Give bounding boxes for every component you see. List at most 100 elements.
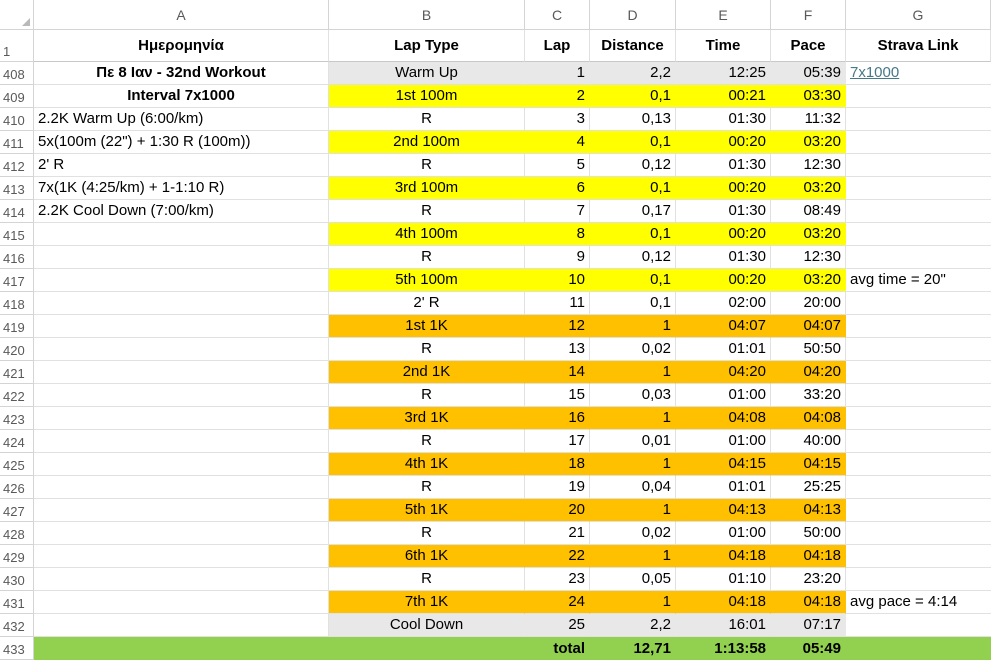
cell-strava-link[interactable] [846,407,991,430]
cell-time[interactable]: 04:15 [676,453,771,476]
cell-strava-link[interactable] [846,131,991,154]
header-cell-b[interactable]: Lap Type [329,30,525,62]
row-header[interactable]: 412 [0,154,34,177]
cell-time[interactable]: 01:00 [676,430,771,453]
cell-lap-type[interactable]: R [329,430,525,453]
cell-distance[interactable]: 1 [590,453,676,476]
cell-time[interactable]: 01:30 [676,200,771,223]
cell-lap-type[interactable]: 4th 100m [329,223,525,246]
cell-lap[interactable]: 17 [525,430,590,453]
cell-pace[interactable]: 04:20 [771,361,846,384]
row-header[interactable]: 422 [0,384,34,407]
cell-lap-type[interactable]: Cool Down [329,614,525,637]
cell-lap[interactable]: 12 [525,315,590,338]
row-header[interactable]: 411 [0,131,34,154]
cell-lap-type[interactable]: 2nd 100m [329,131,525,154]
cell-distance[interactable]: 0,1 [590,269,676,292]
cell-strava-link[interactable] [846,315,991,338]
cell-distance[interactable]: 0,12 [590,154,676,177]
cell-lap[interactable]: 10 [525,269,590,292]
cell-pace[interactable]: 04:15 [771,453,846,476]
cell-time[interactable]: 01:01 [676,476,771,499]
cell-strava-link[interactable] [846,338,991,361]
cell-pace[interactable]: 50:50 [771,338,846,361]
cell-date-notes[interactable]: Interval 7x1000 [34,85,329,108]
cell-lap[interactable]: 7 [525,200,590,223]
column-header-b[interactable]: B [329,0,525,30]
cell-distance[interactable]: 0,1 [590,223,676,246]
row-header[interactable]: 415 [0,223,34,246]
cell-pace[interactable]: 05:39 [771,62,846,85]
cell-lap[interactable]: 8 [525,223,590,246]
row-header[interactable]: 426 [0,476,34,499]
cell-pace[interactable]: 23:20 [771,568,846,591]
cell-lap[interactable]: 9 [525,246,590,269]
cell-time[interactable]: 00:20 [676,223,771,246]
cell-strava-link[interactable] [846,430,991,453]
cell-pace[interactable]: 07:17 [771,614,846,637]
cell-time[interactable]: 02:00 [676,292,771,315]
row-header[interactable]: 421 [0,361,34,384]
cell-lap[interactable]: 24 [525,591,590,614]
row-header[interactable]: 430 [0,568,34,591]
header-cell-d[interactable]: Distance [590,30,676,62]
cell-strava-link[interactable] [846,614,991,637]
cell-lap[interactable]: 21 [525,522,590,545]
cell-strava-link[interactable] [846,522,991,545]
cell-lap[interactable]: 20 [525,499,590,522]
cell-distance[interactable]: 0,17 [590,200,676,223]
cell-date-notes[interactable] [34,292,329,315]
cell-date-notes[interactable] [34,568,329,591]
cell-distance[interactable]: 0,03 [590,384,676,407]
cell-lap-type[interactable]: R [329,476,525,499]
cell-distance[interactable]: 2,2 [590,614,676,637]
cell-pace[interactable]: 04:13 [771,499,846,522]
cell-lap-type[interactable]: R [329,522,525,545]
row-header[interactable]: 427 [0,499,34,522]
cell-strava-link[interactable] [846,246,991,269]
cell-time[interactable]: 04:18 [676,545,771,568]
row-header[interactable]: 414 [0,200,34,223]
cell-lap[interactable]: 2 [525,85,590,108]
cell-lap-type[interactable]: R [329,108,525,131]
cell-distance[interactable]: 0,04 [590,476,676,499]
row-header[interactable]: 416 [0,246,34,269]
row-header[interactable]: 423 [0,407,34,430]
cell-date-notes[interactable] [34,338,329,361]
cell-pace[interactable]: 04:18 [771,591,846,614]
column-header-a[interactable]: A [34,0,329,30]
cell-distance[interactable]: 0,1 [590,292,676,315]
cell-strava-link[interactable] [846,292,991,315]
cell-distance[interactable]: 1 [590,545,676,568]
select-all-corner[interactable] [0,0,34,30]
cell-distance[interactable]: 0,13 [590,108,676,131]
cell-date-notes[interactable] [34,315,329,338]
cell-pace[interactable]: 11:32 [771,108,846,131]
row-header[interactable]: 1 [0,30,34,62]
cell-pace[interactable]: 03:30 [771,85,846,108]
cell-lap-type[interactable]: Warm Up [329,62,525,85]
cell-distance[interactable]: 0,1 [590,131,676,154]
column-header-f[interactable]: F [771,0,846,30]
cell-lap-type[interactable]: 3rd 1K [329,407,525,430]
row-header[interactable]: 424 [0,430,34,453]
cell-strava-link[interactable] [846,200,991,223]
cell-lap[interactable]: 6 [525,177,590,200]
cell-pace[interactable]: 50:00 [771,522,846,545]
cell-distance[interactable]: 1 [590,407,676,430]
row-header[interactable]: 425 [0,453,34,476]
cell-time[interactable]: 00:20 [676,177,771,200]
cell-pace[interactable]: 04:08 [771,407,846,430]
cell-pace[interactable]: 40:00 [771,430,846,453]
cell-lap[interactable]: 1 [525,62,590,85]
total-distance[interactable]: 12,71 [590,637,676,660]
cell-lap-type[interactable]: 7th 1K [329,591,525,614]
cell-pace[interactable]: 25:25 [771,476,846,499]
cell-date-notes[interactable] [34,384,329,407]
header-cell-a[interactable]: Ημερομηνία [34,30,329,62]
row-header[interactable]: 408 [0,62,34,85]
total-pace[interactable]: 05:49 [771,637,846,660]
cell-time[interactable]: 04:07 [676,315,771,338]
cell-lap-type[interactable]: R [329,338,525,361]
cell-lap-type[interactable]: 3rd 100m [329,177,525,200]
